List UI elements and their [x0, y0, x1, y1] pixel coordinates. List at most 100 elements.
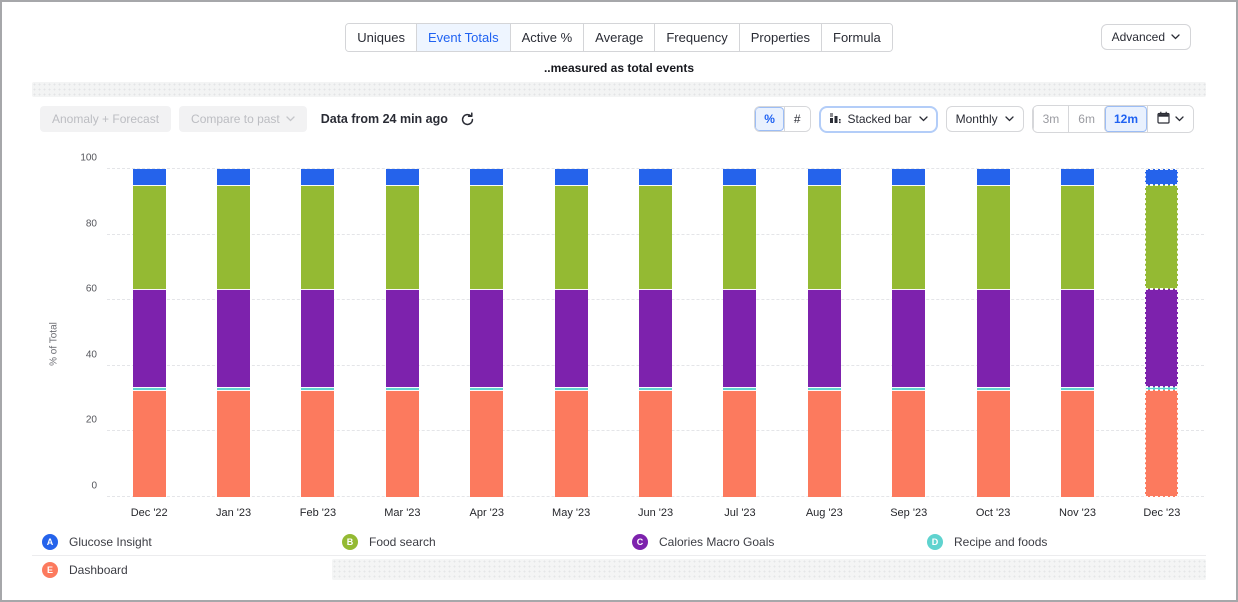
bar-segment[interactable]: [808, 185, 841, 288]
bar-segment[interactable]: [1061, 390, 1094, 497]
bar-segment[interactable]: [892, 289, 925, 387]
x-axis-label: Feb '23: [276, 507, 360, 519]
bar-segment[interactable]: [555, 289, 588, 387]
bar-segment[interactable]: [723, 185, 756, 288]
bar-segment[interactable]: [977, 185, 1010, 288]
legend-item-c[interactable]: CCalories Macro Goals: [622, 534, 917, 550]
bar-segment[interactable]: [808, 289, 841, 387]
bar-segment[interactable]: [1145, 169, 1178, 185]
tab-properties[interactable]: Properties: [739, 24, 821, 51]
bar-segment[interactable]: [555, 169, 588, 185]
bar-segment[interactable]: [133, 390, 166, 497]
bar-segment[interactable]: [1061, 289, 1094, 387]
y-tick-label: 60: [61, 284, 97, 295]
bar-segment[interactable]: [892, 390, 925, 497]
stacked-bar-dec-22: [133, 169, 166, 497]
bar-segment[interactable]: [892, 185, 925, 288]
bar-segment[interactable]: [977, 289, 1010, 387]
stacked-bar-icon: [829, 112, 841, 127]
bar-segment[interactable]: [301, 390, 334, 497]
bar-segment[interactable]: [133, 169, 166, 185]
bar-segment[interactable]: [133, 185, 166, 288]
stacked-bar-mar-23: [386, 169, 419, 497]
legend-label: Calories Macro Goals: [659, 535, 774, 549]
bar-slot: [951, 169, 1035, 497]
bar-segment[interactable]: [977, 169, 1010, 185]
bar-segment[interactable]: [1061, 169, 1094, 185]
y-tick-label: 80: [61, 218, 97, 229]
bar-segment[interactable]: [217, 390, 250, 497]
data-freshness-label: Data from 24 min ago: [321, 112, 448, 126]
tab-frequency[interactable]: Frequency: [654, 24, 738, 51]
stacked-bar-jul-23: [723, 169, 756, 497]
bar-segment[interactable]: [301, 289, 334, 387]
series-marker-a: A: [42, 534, 58, 550]
range-3m-button[interactable]: 3m: [1033, 106, 1069, 132]
plot-area: 020406080100: [107, 169, 1204, 497]
advanced-button[interactable]: Advanced: [1101, 24, 1191, 50]
bar-segment[interactable]: [470, 289, 503, 387]
bar-segment[interactable]: [723, 169, 756, 185]
bar-segment[interactable]: [723, 390, 756, 497]
range-12m-button[interactable]: 12m: [1104, 106, 1147, 132]
bar-segment[interactable]: [217, 185, 250, 288]
bar-segment[interactable]: [723, 289, 756, 387]
legend-item-b[interactable]: BFood search: [332, 534, 622, 550]
bar-segment[interactable]: [470, 185, 503, 288]
x-axis-labels: Dec '22Jan '23Feb '23Mar '23Apr '23May '…: [107, 507, 1204, 519]
anomaly-forecast-label: Anomaly + Forecast: [52, 112, 159, 126]
bar-segment[interactable]: [133, 289, 166, 387]
bar-segment[interactable]: [1145, 185, 1178, 288]
metric-tab-bar: UniquesEvent TotalsActive %AverageFreque…: [345, 23, 892, 52]
tab-event-totals[interactable]: Event Totals: [416, 24, 510, 51]
x-axis-label: Jan '23: [191, 507, 275, 519]
bar-segment[interactable]: [639, 390, 672, 497]
bar-segment[interactable]: [217, 169, 250, 185]
tab-uniques[interactable]: Uniques: [346, 24, 416, 51]
bar-segment[interactable]: [892, 169, 925, 185]
percent-toggle-button[interactable]: %: [755, 107, 784, 131]
number-toggle-button[interactable]: #: [784, 107, 810, 131]
tab-average[interactable]: Average: [583, 24, 654, 51]
bar-segment[interactable]: [555, 185, 588, 288]
calendar-button[interactable]: [1147, 106, 1193, 132]
bar-segment[interactable]: [470, 390, 503, 497]
bar-segment[interactable]: [555, 390, 588, 497]
bar-slot: [191, 169, 275, 497]
bar-segment[interactable]: [639, 169, 672, 185]
bar-segment[interactable]: [470, 169, 503, 185]
bar-segment[interactable]: [386, 289, 419, 387]
bar-segment[interactable]: [386, 390, 419, 497]
bar-segment[interactable]: [386, 185, 419, 288]
chevron-down-icon: [1175, 116, 1184, 122]
compare-to-past-button[interactable]: Compare to past: [179, 106, 307, 132]
tab-active-[interactable]: Active %: [510, 24, 584, 51]
range-6m-button[interactable]: 6m: [1068, 106, 1104, 132]
y-axis-title: % of Total: [48, 322, 59, 366]
bar-segment[interactable]: [639, 185, 672, 288]
bar-segment[interactable]: [1145, 289, 1178, 387]
bar-segment[interactable]: [639, 289, 672, 387]
bar-segment[interactable]: [217, 289, 250, 387]
collapsed-events-strip[interactable]: [32, 82, 1206, 97]
tab-formula[interactable]: Formula: [821, 24, 892, 51]
bar-segment[interactable]: [301, 185, 334, 288]
legend-item-e[interactable]: EDashboard: [32, 562, 332, 578]
bar-segment[interactable]: [301, 169, 334, 185]
bar-segment[interactable]: [808, 390, 841, 497]
interval-select[interactable]: Monthly: [946, 106, 1024, 132]
bar-slot: [1035, 169, 1119, 497]
anomaly-forecast-button[interactable]: Anomaly + Forecast: [40, 106, 171, 132]
legend-item-a[interactable]: AGlucose Insight: [32, 534, 332, 550]
bar-slot: [782, 169, 866, 497]
bar-segment[interactable]: [1061, 185, 1094, 288]
stacked-bar-jun-23: [639, 169, 672, 497]
refresh-icon[interactable]: [460, 112, 475, 127]
legend-item-d[interactable]: DRecipe and foods: [917, 534, 1206, 550]
chart-type-select[interactable]: Stacked bar: [819, 106, 938, 133]
bar-segment[interactable]: [1145, 390, 1178, 497]
bar-segment[interactable]: [386, 169, 419, 185]
bar-segment[interactable]: [808, 169, 841, 185]
bar-segment[interactable]: [977, 390, 1010, 497]
bar-slot: [698, 169, 782, 497]
